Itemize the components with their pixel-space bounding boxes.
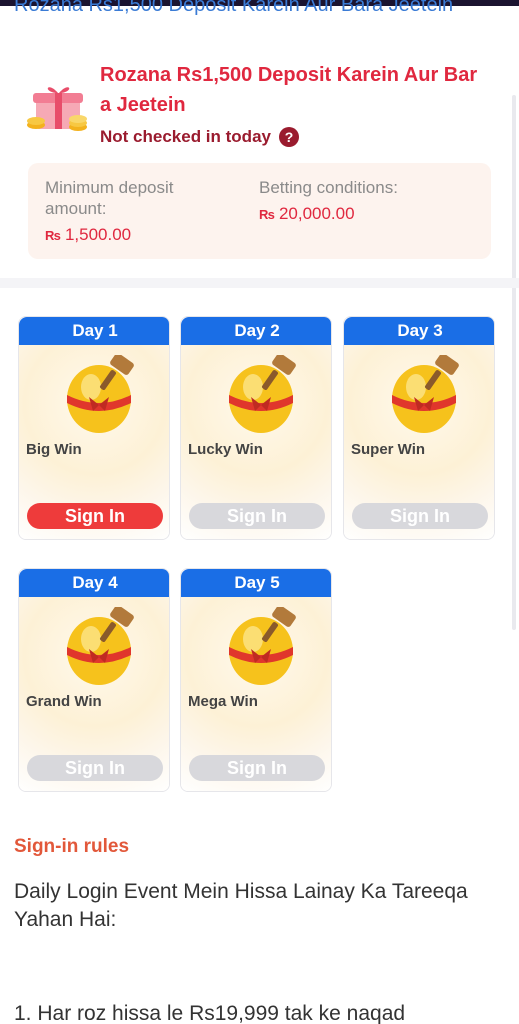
- golden-egg-icon: [221, 353, 301, 435]
- day-card: Day 4 Grand Win Sign In: [18, 568, 170, 792]
- min-deposit-amount: 1,500.00: [64, 225, 132, 244]
- min-deposit-label: Minimum deposit amount:: [45, 178, 174, 218]
- betting-conditions-amount: 20,000.00: [278, 204, 355, 223]
- day-label: Day 4: [19, 569, 169, 597]
- day-card: Day 3 Super Win Sign In: [343, 316, 495, 540]
- reward-label: Lucky Win: [188, 441, 263, 458]
- reward-label: Big Win: [26, 441, 82, 458]
- golden-egg-icon: [59, 605, 139, 687]
- golden-egg-icon: [59, 353, 139, 435]
- rupee-symbol: ₨: [45, 228, 61, 243]
- betting-conditions-value: ₨ 20,000.00: [259, 204, 479, 224]
- sign-in-button[interactable]: Sign In: [27, 755, 163, 781]
- min-deposit-block: Minimum deposit amount: ₨ 1,500.00: [45, 177, 225, 245]
- day-card: Day 5 Mega Win Sign In: [180, 568, 332, 792]
- min-deposit-value: ₨ 1,500.00: [45, 225, 225, 245]
- sign-in-button[interactable]: Sign In: [189, 503, 325, 529]
- reward-label: Grand Win: [26, 693, 102, 710]
- golden-egg-icon: [384, 353, 464, 435]
- betting-conditions-block: Betting conditions: ₨ 20,000.00: [259, 177, 479, 224]
- checkin-status-text: Not checked in today: [100, 127, 271, 146]
- gift-icon: [27, 87, 87, 131]
- deposit-info-box: Minimum deposit amount: ₨ 1,500.00 Betti…: [28, 163, 491, 259]
- section-divider: [0, 278, 519, 288]
- day-label: Day 1: [19, 317, 169, 345]
- sign-in-button[interactable]: Sign In: [27, 503, 163, 529]
- sign-in-button[interactable]: Sign In: [352, 503, 488, 529]
- day-label: Day 2: [181, 317, 331, 345]
- reward-label: Super Win: [351, 441, 426, 458]
- checkin-status: Not checked in today ?: [100, 125, 299, 149]
- scrollbar[interactable]: [512, 95, 516, 630]
- reward-label: Mega Win: [188, 693, 258, 710]
- sign-in-button[interactable]: Sign In: [189, 755, 325, 781]
- betting-conditions-label: Betting conditions:: [259, 178, 398, 197]
- event-header: Rozana Rs1,500 Deposit Karein Aur Bara J…: [0, 55, 519, 155]
- day-card: Day 1 Big Win Sign In: [18, 316, 170, 540]
- question-mark-icon[interactable]: ?: [278, 127, 299, 147]
- rupee-symbol: ₨: [259, 207, 275, 222]
- day-card: Day 2 Lucky Win Sign In: [180, 316, 332, 540]
- sign-in-rules-intro: Daily Login Event Mein Hissa Lainay Ka T…: [14, 880, 468, 931]
- sign-in-rules-title: Sign-in rules: [14, 836, 130, 857]
- golden-egg-icon: [221, 605, 301, 687]
- day-label: Day 3: [344, 317, 494, 345]
- event-title: Rozana Rs1,500 Deposit Karein Aur Bara J…: [100, 64, 478, 116]
- page-title: Rozana Rs1,500 Deposit Karein Aur Bara J…: [14, 0, 454, 16]
- sign-in-rules-item: 1. Har roz hissa le Rs19,999 tak ke naqa…: [14, 1002, 406, 1024]
- day-label: Day 5: [181, 569, 331, 597]
